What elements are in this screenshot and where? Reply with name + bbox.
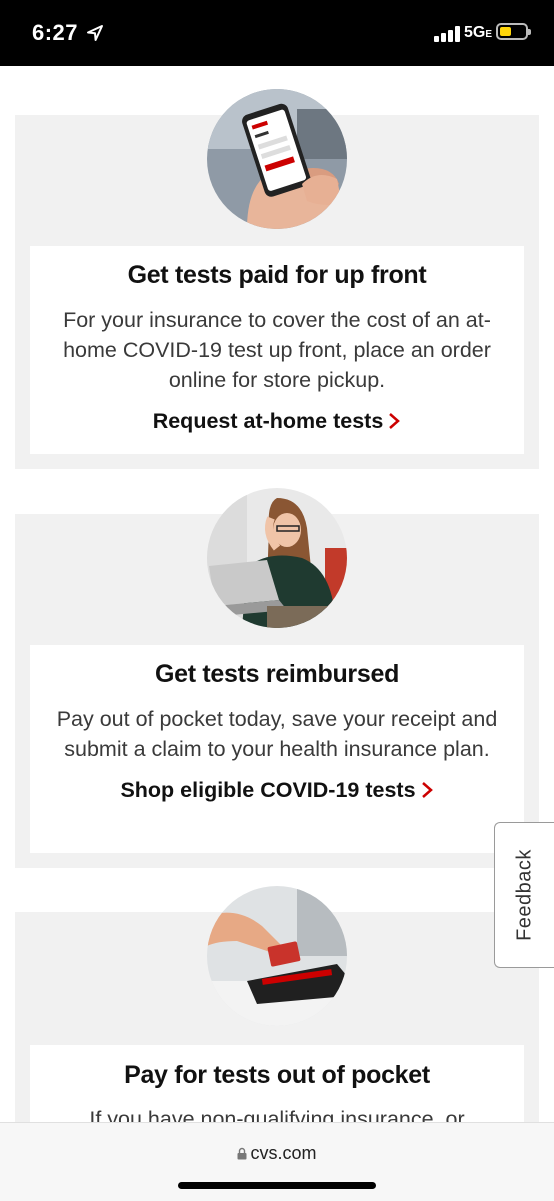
request-tests-link[interactable]: Request at-home tests bbox=[153, 409, 402, 434]
card-title: Pay for tests out of pocket bbox=[124, 1061, 430, 1089]
network-type: 5GE bbox=[464, 24, 493, 41]
location-arrow-icon bbox=[87, 25, 103, 41]
home-indicator[interactable] bbox=[178, 1182, 376, 1189]
battery-icon bbox=[496, 23, 531, 40]
card-content: Get tests paid for up front For your ins… bbox=[30, 246, 524, 454]
woman-laptop-image bbox=[207, 488, 347, 628]
card-pay-up-front: Get tests paid for up front For your ins… bbox=[15, 89, 539, 469]
cta-label: Shop eligible COVID-19 tests bbox=[120, 778, 416, 802]
chevron-right-icon bbox=[389, 413, 401, 429]
card-title: Get tests reimbursed bbox=[154, 660, 400, 688]
signal-strength-icon bbox=[434, 26, 462, 42]
status-time: 6:27 bbox=[32, 20, 79, 45]
phone-sign-in-image bbox=[207, 89, 347, 229]
chevron-right-icon bbox=[421, 782, 433, 798]
card-payment-image bbox=[207, 886, 347, 1026]
card-description: For your insurance to cover the cost of … bbox=[63, 308, 491, 392]
shop-tests-link[interactable]: Shop eligible COVID-19 tests bbox=[120, 778, 433, 803]
url-display[interactable]: cvs.com bbox=[0, 1143, 554, 1164]
url-domain: cvs.com bbox=[250, 1143, 317, 1163]
card-out-of-pocket: Pay for tests out of pocket If you have … bbox=[15, 886, 539, 1165]
card-content: Get tests reimbursed Pay out of pocket t… bbox=[30, 645, 524, 853]
feedback-tab[interactable]: Feedback bbox=[494, 822, 554, 968]
browser-url-bar[interactable]: cvs.com bbox=[0, 1122, 554, 1201]
cta-label: Request at-home tests bbox=[152, 409, 384, 433]
feedback-label: Feedback bbox=[513, 849, 535, 941]
card-title: Get tests paid for up front bbox=[127, 261, 427, 289]
status-bar: 6:27 5GE bbox=[0, 0, 554, 66]
card-reimbursed: Get tests reimbursed Pay out of pocket t… bbox=[15, 488, 539, 868]
card-description: Pay out of pocket today, save your recei… bbox=[56, 707, 498, 761]
lock-icon bbox=[237, 1147, 247, 1160]
